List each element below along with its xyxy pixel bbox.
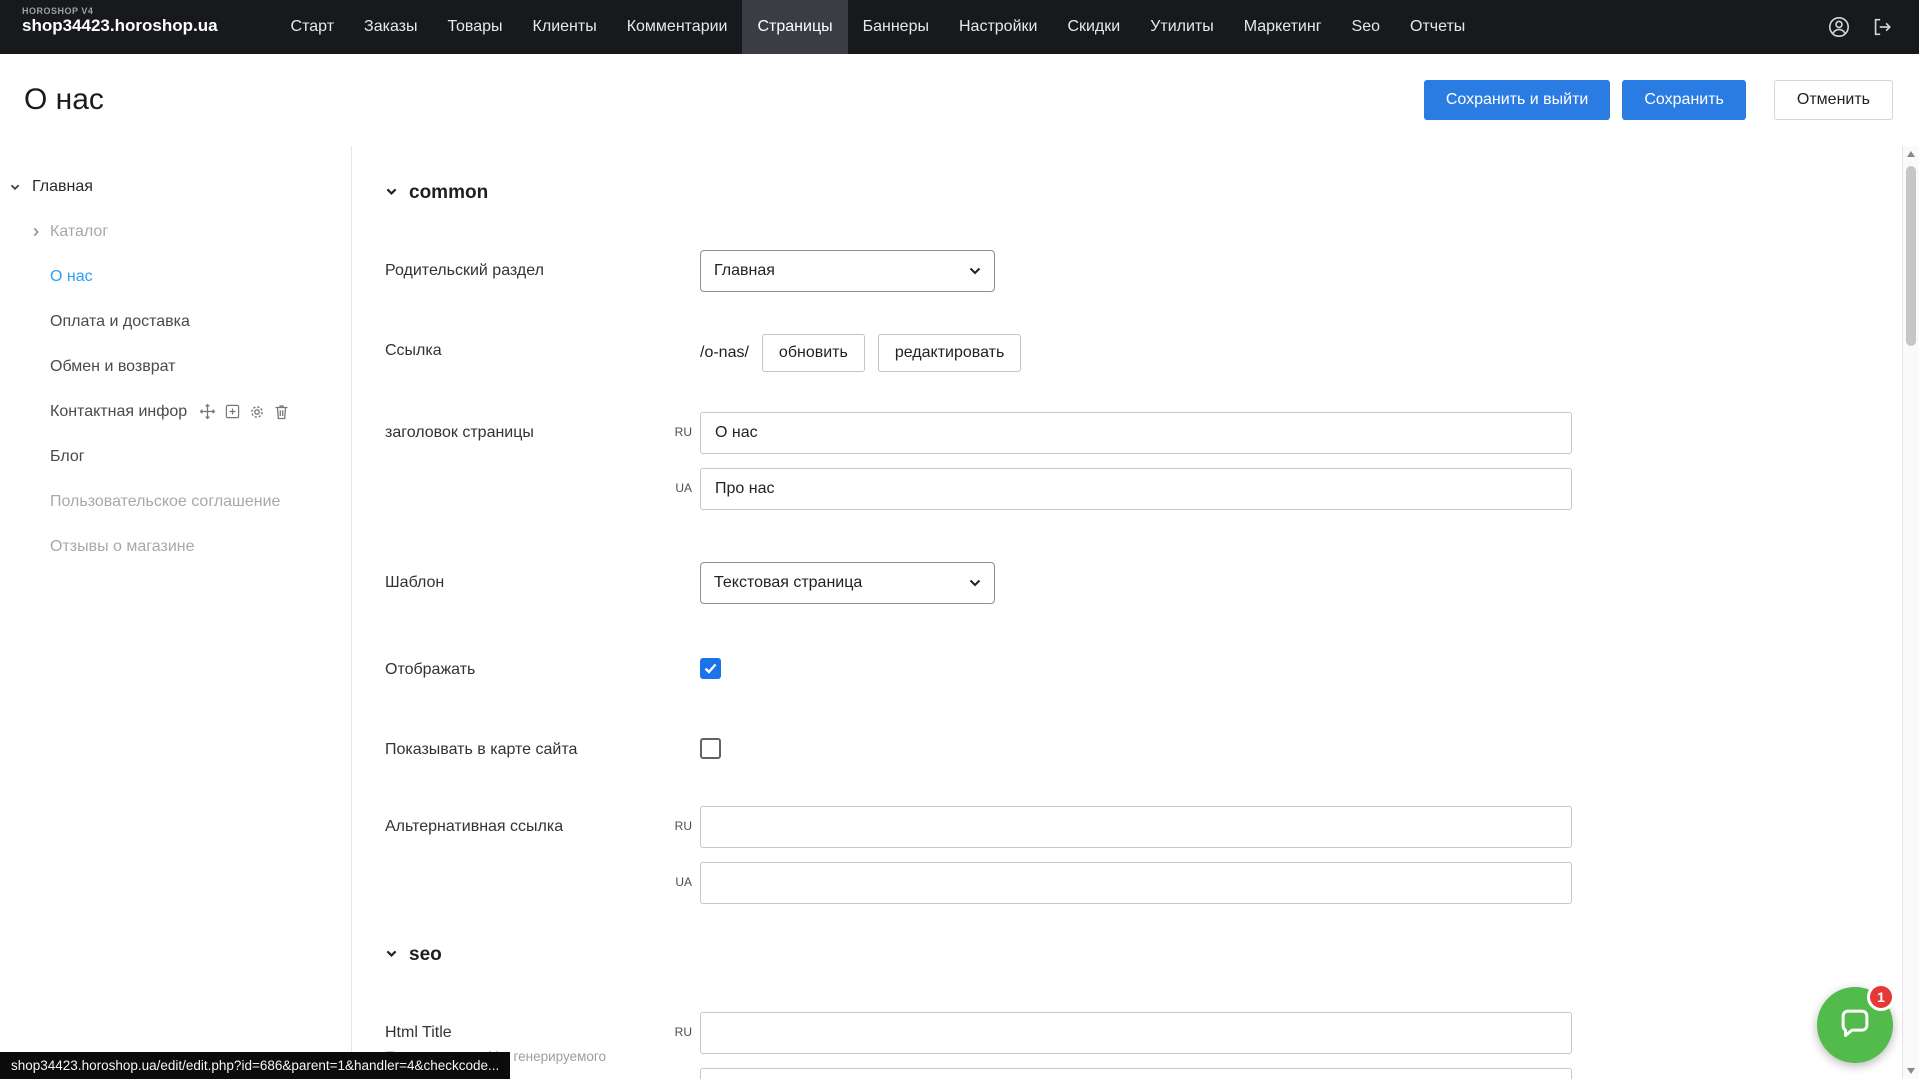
display-checkbox[interactable] (700, 658, 721, 679)
field-label-template: Шаблон (385, 562, 700, 593)
vertical-scrollbar[interactable] (1902, 146, 1919, 1079)
content: Главная Каталог О нас Оплата и доставка … (0, 146, 1919, 1079)
nav-start[interactable]: Старт (276, 0, 349, 54)
logo[interactable]: HOROSHOP V4 shop34423.horoshop.ua (0, 0, 218, 54)
section-common-toggle[interactable]: common (385, 182, 1902, 204)
refresh-link-button[interactable]: обновить (762, 334, 865, 372)
nav-reports[interactable]: Отчеты (1395, 0, 1480, 54)
settings-gear-icon[interactable] (249, 404, 265, 420)
top-nav: Старт Заказы Товары Клиенты Комментарии … (276, 0, 1481, 54)
header-actions: Сохранить и выйти Сохранить Отменить (1424, 80, 1893, 120)
field-label-sitemap: Показывать в карте сайта (385, 728, 700, 760)
link-status-bar: shop34423.horoshop.ua/edit/edit.php?id=6… (0, 1052, 510, 1079)
field-label-page-title: заголовок страницы (385, 412, 700, 443)
sidebar-item-katalog[interactable]: Каталог (0, 209, 351, 254)
pages-tree-sidebar: Главная Каталог О нас Оплата и доставка … (0, 146, 352, 1079)
field-label-link: Ссылка (385, 332, 700, 361)
tree-label: Блог (50, 448, 85, 466)
nav-pages[interactable]: Страницы (742, 0, 847, 54)
nav-settings[interactable]: Настройки (944, 0, 1052, 54)
sidebar-item-glavnaya[interactable]: Главная (0, 164, 351, 209)
alt-link-ua-input[interactable] (700, 862, 1572, 904)
select-value: Главная (714, 262, 775, 280)
tree-label: О нас (50, 268, 93, 286)
chevron-down-icon (9, 180, 21, 198)
sidebar-item-obmen-i-vozvrat[interactable]: Обмен и возврат (0, 344, 351, 389)
sidebar-item-o-nas[interactable]: О нас (0, 254, 351, 299)
move-icon[interactable] (199, 403, 216, 420)
html-title-ua-input[interactable] (700, 1068, 1572, 1079)
sidebar-item-otzyvy-o-magazine[interactable]: Отзывы о магазине (0, 524, 351, 569)
field-label-alt-link: Альтернативная ссылка (385, 806, 700, 837)
chevron-right-icon (30, 225, 42, 243)
scrollbar-thumb[interactable] (1906, 166, 1916, 346)
chat-bubble-icon (1836, 1004, 1874, 1047)
save-button[interactable]: Сохранить (1622, 80, 1746, 120)
nav-orders[interactable]: Заказы (349, 0, 432, 54)
chevron-down-icon (385, 944, 398, 966)
html-title-label: Html Title (385, 1023, 700, 1043)
tree-label: Контактная инфор (50, 403, 187, 421)
sitemap-checkbox[interactable] (700, 738, 721, 759)
lang-ru-label: RU (664, 425, 692, 439)
lang-ru-label: RU (664, 1025, 692, 1039)
topbar-right (1827, 0, 1919, 54)
lang-ru-label: RU (664, 819, 692, 833)
save-and-exit-button[interactable]: Сохранить и выйти (1424, 80, 1611, 120)
sidebar-item-kontaktnaya-informatsiya[interactable]: Контактная инфор (0, 389, 351, 434)
lang-ua-label: UA (664, 875, 692, 889)
nav-products[interactable]: Товары (433, 0, 518, 54)
edit-link-button[interactable]: редактировать (878, 334, 1021, 372)
tree-label: Оплата и доставка (50, 313, 190, 331)
nav-seo[interactable]: Seo (1337, 0, 1395, 54)
chevron-down-icon (385, 182, 398, 204)
sidebar-item-polzovatelskoe-soglashenie[interactable]: Пользовательское соглашение (0, 479, 351, 524)
nav-clients[interactable]: Клиенты (518, 0, 612, 54)
tree-label: Пользовательское соглашение (50, 493, 280, 511)
sidebar-item-blog[interactable]: Блог (0, 434, 351, 479)
delete-trash-icon[interactable] (274, 404, 289, 420)
section-title: common (409, 182, 488, 204)
chat-launcher-button[interactable]: 1 (1817, 987, 1893, 1063)
field-label-display: Отображать (385, 648, 700, 680)
tree-label: Отзывы о магазине (50, 538, 195, 556)
page-title-ru-input[interactable] (700, 412, 1572, 454)
chat-unread-badge: 1 (1867, 983, 1895, 1011)
html-title-ru-input[interactable] (700, 1012, 1572, 1054)
topbar: HOROSHOP V4 shop34423.horoshop.ua Старт … (0, 0, 1919, 54)
scroll-up-arrow-icon[interactable] (1907, 151, 1915, 157)
page-edit-form: common Родительский раздел Главная Ссылк… (352, 146, 1902, 1079)
page-title: О нас (24, 83, 104, 117)
nav-banners[interactable]: Баннеры (848, 0, 944, 54)
add-page-icon[interactable] (225, 404, 240, 419)
account-icon[interactable] (1827, 15, 1851, 39)
parent-section-select[interactable]: Главная (700, 250, 995, 292)
page-title-ua-input[interactable] (700, 468, 1572, 510)
page-header: О нас Сохранить и выйти Сохранить Отмени… (0, 54, 1919, 146)
chevron-down-icon (969, 262, 981, 280)
tree-label: Главная (32, 178, 93, 196)
field-label-parent-section: Родительский раздел (385, 250, 700, 281)
section-seo-toggle[interactable]: seo (385, 944, 1902, 966)
select-value: Текстовая страница (714, 574, 862, 592)
tree-label: Каталог (50, 223, 108, 241)
link-path: /o-nas/ (700, 344, 749, 362)
nav-discounts[interactable]: Скидки (1052, 0, 1135, 54)
lang-ua-label: UA (664, 481, 692, 495)
tree-item-actions (199, 403, 289, 420)
cancel-button[interactable]: Отменить (1774, 80, 1893, 120)
scroll-down-arrow-icon[interactable] (1907, 1068, 1915, 1074)
nav-utilities[interactable]: Утилиты (1135, 0, 1229, 54)
template-select[interactable]: Текстовая страница (700, 562, 995, 604)
section-title: seo (409, 944, 442, 966)
sidebar-item-oplata-i-dostavka[interactable]: Оплата и доставка (0, 299, 351, 344)
chevron-down-icon (969, 574, 981, 592)
nav-comments[interactable]: Комментарии (612, 0, 743, 54)
tree-label: Обмен и возврат (50, 358, 175, 376)
alt-link-ru-input[interactable] (700, 806, 1572, 848)
logo-domain: shop34423.horoshop.ua (22, 17, 218, 36)
logout-icon[interactable] (1871, 16, 1893, 38)
nav-marketing[interactable]: Маркетинг (1229, 0, 1337, 54)
